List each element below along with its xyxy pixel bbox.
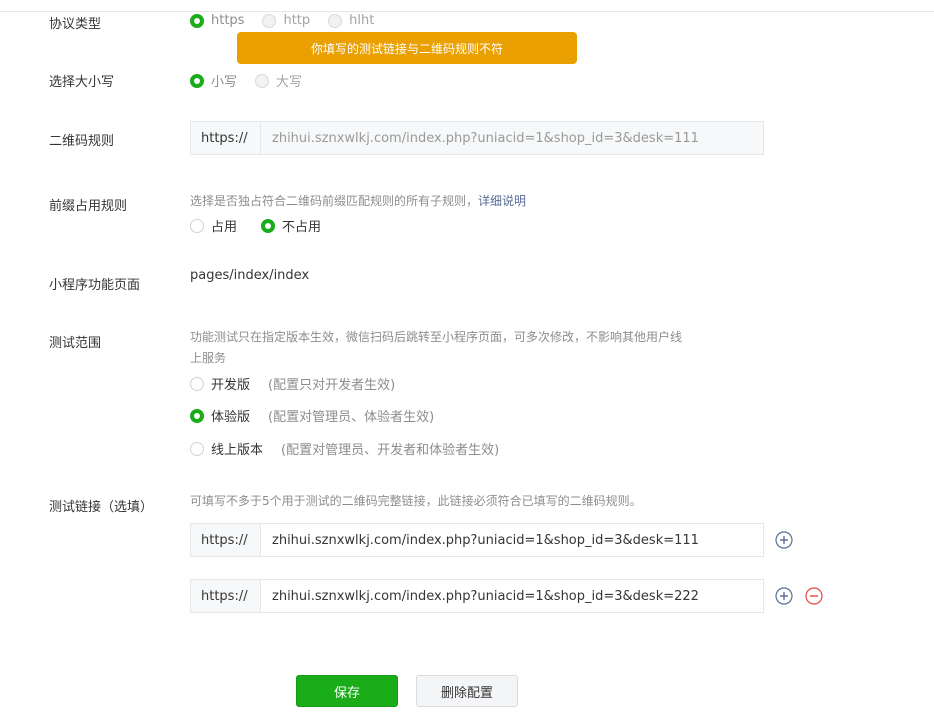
scope-radio-release[interactable]: 线上版本 (配置对管理员、开发者和体验者生效) [190, 439, 499, 458]
scope-option-note: (配置对管理员、体验者生效) [268, 410, 435, 425]
test-link-prefix: https:// [191, 580, 261, 612]
radio-checked-icon [190, 13, 204, 28]
delete-config-button[interactable]: 删除配置 [416, 675, 518, 707]
prefix-rule-radio-group: 占用 不占用 [190, 216, 339, 235]
plus-circle-icon [775, 531, 793, 549]
prefix-rule-radio-occupy[interactable]: 占用 [190, 216, 237, 235]
protocol-radio-group: https http hlht [190, 13, 392, 28]
radio-unchecked-icon [328, 13, 343, 28]
test-link-field-1[interactable]: https:// zhihui.sznxwlkj.com/index.php?u… [190, 523, 764, 557]
page-label: 小程序功能页面 [49, 278, 141, 293]
radio-unchecked-icon [262, 13, 277, 28]
case-label: 选择大小写 [49, 75, 115, 90]
prefix-rule-description: 选择是否独占符合二维码前缀匹配规则的所有子规则，详细说明 [190, 191, 526, 212]
case-option-label: 大写 [276, 75, 303, 90]
details-link[interactable]: 详细说明 [478, 194, 526, 208]
scope-radio-release-row: 线上版本 (配置对管理员、开发者和体验者生效) [190, 439, 517, 458]
radio-unchecked-icon [190, 441, 204, 456]
scope-option-label: 线上版本 [211, 443, 264, 458]
scope-option-label: 体验版 [211, 410, 251, 425]
protocol-radio-https[interactable]: https [190, 13, 244, 28]
test-link-prefix: https:// [191, 524, 261, 556]
scope-radio-dev-row: 开发版 (配置只对开发者生效) [190, 374, 413, 393]
case-option-label: 小写 [211, 75, 238, 90]
protocol-radio-hlht[interactable]: hlht [328, 13, 374, 28]
prefix-rule-description-text: 选择是否独占符合二维码前缀匹配规则的所有子规则， [190, 194, 479, 208]
test-scope-description-line2: 上服务 [190, 351, 227, 365]
scope-option-label: 开发版 [211, 378, 251, 393]
radio-unchecked-icon [190, 376, 204, 391]
test-link-value: zhihui.sznxwlkj.com/index.php?uniacid=1&… [272, 588, 699, 604]
prefix-rule-option-label: 不占用 [282, 220, 322, 235]
test-link-field-2[interactable]: https:// zhihui.sznxwlkj.com/index.php?u… [190, 579, 764, 613]
radio-unchecked-icon [255, 73, 270, 88]
prefix-rule-option-label: 占用 [211, 220, 238, 235]
protocol-option-label: http [283, 13, 311, 28]
test-scope-label: 测试范围 [49, 336, 102, 351]
case-radio-upper[interactable]: 大写 [255, 71, 302, 90]
qr-rule-prefix: https:// [191, 122, 261, 154]
test-scope-description: 功能测试只在指定版本生效，微信扫码后跳转至小程序页面，可多次修改，不影响其他用户… [190, 327, 770, 369]
case-radio-group: 小写 大写 [190, 71, 320, 90]
error-tip-banner: 你填写的测试链接与二维码规则不符 [237, 32, 577, 64]
qr-rule-label: 二维码规则 [49, 134, 115, 149]
minus-circle-icon [805, 587, 823, 605]
protocol-option-label: hlht [349, 13, 375, 28]
protocol-radio-http[interactable]: http [262, 13, 310, 28]
test-link-value: zhihui.sznxwlkj.com/index.php?uniacid=1&… [272, 532, 699, 548]
qr-rule-value: zhihui.sznxwlkj.com/index.php?uniacid=1&… [261, 122, 763, 154]
scope-option-note: (配置只对开发者生效) [268, 378, 396, 393]
test-scope-description-line1: 功能测试只在指定版本生效，微信扫码后跳转至小程序页面，可多次修改，不影响其他用户… [190, 330, 683, 344]
remove-link-button[interactable] [805, 587, 823, 605]
add-link-button[interactable] [775, 587, 793, 605]
qr-rule-field[interactable]: https:// zhihui.sznxwlkj.com/index.php?u… [190, 121, 764, 155]
prefix-rule-radio-not-occupy[interactable]: 不占用 [261, 216, 321, 235]
scope-option-note: (配置对管理员、开发者和体验者生效) [281, 443, 500, 458]
scope-radio-trial-row: 体验版 (配置对管理员、体验者生效) [190, 406, 452, 425]
radio-checked-icon [190, 73, 204, 88]
scope-radio-dev[interactable]: 开发版 (配置只对开发者生效) [190, 374, 395, 393]
protocol-label: 协议类型 [49, 17, 102, 32]
radio-unchecked-icon [190, 218, 204, 233]
page-value: pages/index/index [190, 268, 310, 283]
test-links-description: 可填写不多于5个用于测试的二维码完整链接，此链接必须符合已填写的二维码规则。 [190, 494, 642, 508]
scope-radio-trial[interactable]: 体验版 (配置对管理员、体验者生效) [190, 406, 434, 425]
protocol-option-label: https [211, 13, 245, 28]
plus-circle-icon [775, 587, 793, 605]
radio-checked-icon [190, 408, 204, 423]
add-link-button[interactable] [775, 531, 793, 549]
prefix-rule-label: 前缀占用规则 [49, 199, 128, 214]
case-radio-lower[interactable]: 小写 [190, 71, 237, 90]
test-links-label: 测试链接（选填） [49, 500, 154, 515]
radio-checked-icon [261, 218, 276, 233]
save-button[interactable]: 保存 [296, 675, 398, 707]
top-divider [0, 0, 934, 12]
